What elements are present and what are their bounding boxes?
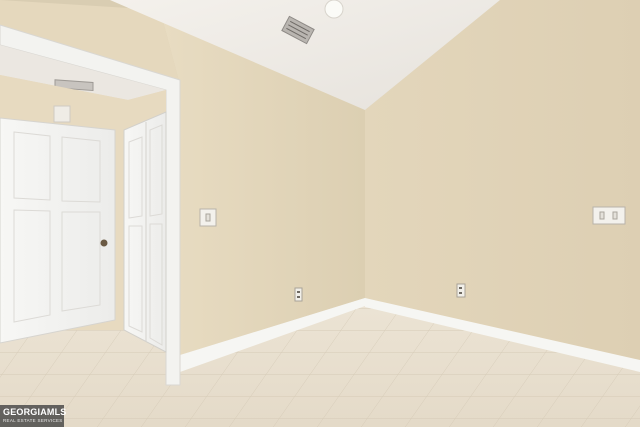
- hallway-door: [0, 117, 116, 344]
- bifold-closet-door: [123, 111, 167, 353]
- ceiling-light: [324, 0, 344, 19]
- hallway-smoke-detector: [53, 105, 71, 123]
- power-outlet-right: [456, 283, 466, 298]
- door-knob-icon: [100, 239, 108, 247]
- light-switch-left: [199, 208, 217, 227]
- room-scene: [0, 0, 640, 427]
- room-photo: GEORGIAMLS REAL ESTATE SERVICES: [0, 0, 640, 427]
- light-switch-right: [592, 206, 626, 225]
- power-outlet-center: [294, 287, 303, 302]
- watermark-brand: GEORGIAMLS: [3, 407, 67, 417]
- watermark-logo: GEORGIAMLS REAL ESTATE SERVICES: [0, 405, 67, 427]
- watermark-tagline: REAL ESTATE SERVICES: [3, 418, 63, 423]
